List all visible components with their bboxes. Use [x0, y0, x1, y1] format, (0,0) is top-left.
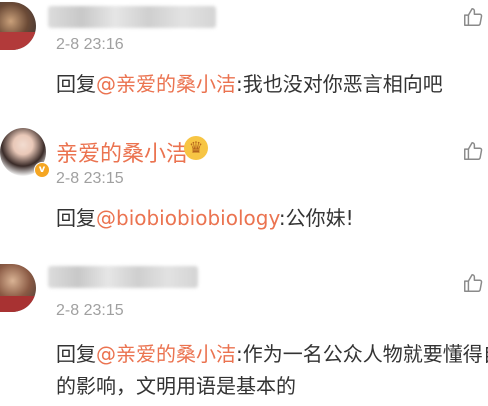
mention-link[interactable]: @亲爱的桑小洁	[96, 342, 236, 366]
blurred-username[interactable]	[48, 6, 216, 28]
comment-item: 2-8 23:15 回复@亲爱的桑小洁:作为一名公众人物就要懂得自己的影响，文明…	[0, 252, 488, 406]
reply-prefix: 回复	[56, 342, 96, 366]
username-link[interactable]: 亲爱的桑小洁	[56, 136, 188, 168]
comment-body: 回复@亲爱的桑小洁:我也没对你恶言相向吧	[56, 68, 488, 100]
mention-link[interactable]: @亲爱的桑小洁	[96, 72, 236, 96]
comment-item: v 亲爱的桑小洁 ♛ 2-8 23:15 回复@biobiobiobiology…	[0, 120, 488, 248]
crown-icon: ♛	[184, 136, 208, 160]
thumbs-up-icon	[464, 8, 483, 26]
comment-feed: 2-8 23:16 回复@亲爱的桑小洁:我也没对你恶言相向吧 v 亲爱的桑小洁 …	[0, 0, 488, 406]
reply-prefix: 回复	[56, 206, 96, 230]
mention-link[interactable]: @biobiobiobiology	[96, 206, 279, 230]
comment-timestamp: 2-8 23:15	[56, 170, 124, 187]
thumbs-up-icon	[464, 274, 483, 292]
comment-item: 2-8 23:16 回复@亲爱的桑小洁:我也没对你恶言相向吧	[0, 0, 488, 118]
comment-body: 回复@biobiobiobiology:公你妹!	[56, 202, 488, 234]
blurred-username[interactable]	[48, 266, 198, 288]
comment-body: 回复@亲爱的桑小洁:作为一名公众人物就要懂得自己的影响，文明用语是基本的	[56, 338, 488, 402]
like-button[interactable]	[462, 272, 484, 294]
verified-badge-icon: v	[34, 162, 50, 178]
like-button[interactable]	[462, 140, 484, 162]
like-button[interactable]	[462, 6, 484, 28]
comment-timestamp: 2-8 23:15	[56, 302, 124, 319]
comment-timestamp: 2-8 23:16	[56, 36, 124, 53]
comment-text: :我也没对你恶言相向吧	[236, 72, 443, 96]
thumbs-up-icon	[464, 142, 483, 160]
comment-text: :公你妹!	[278, 206, 354, 230]
reply-prefix: 回复	[56, 72, 96, 96]
avatar[interactable]	[0, 2, 36, 50]
avatar[interactable]	[0, 264, 36, 312]
